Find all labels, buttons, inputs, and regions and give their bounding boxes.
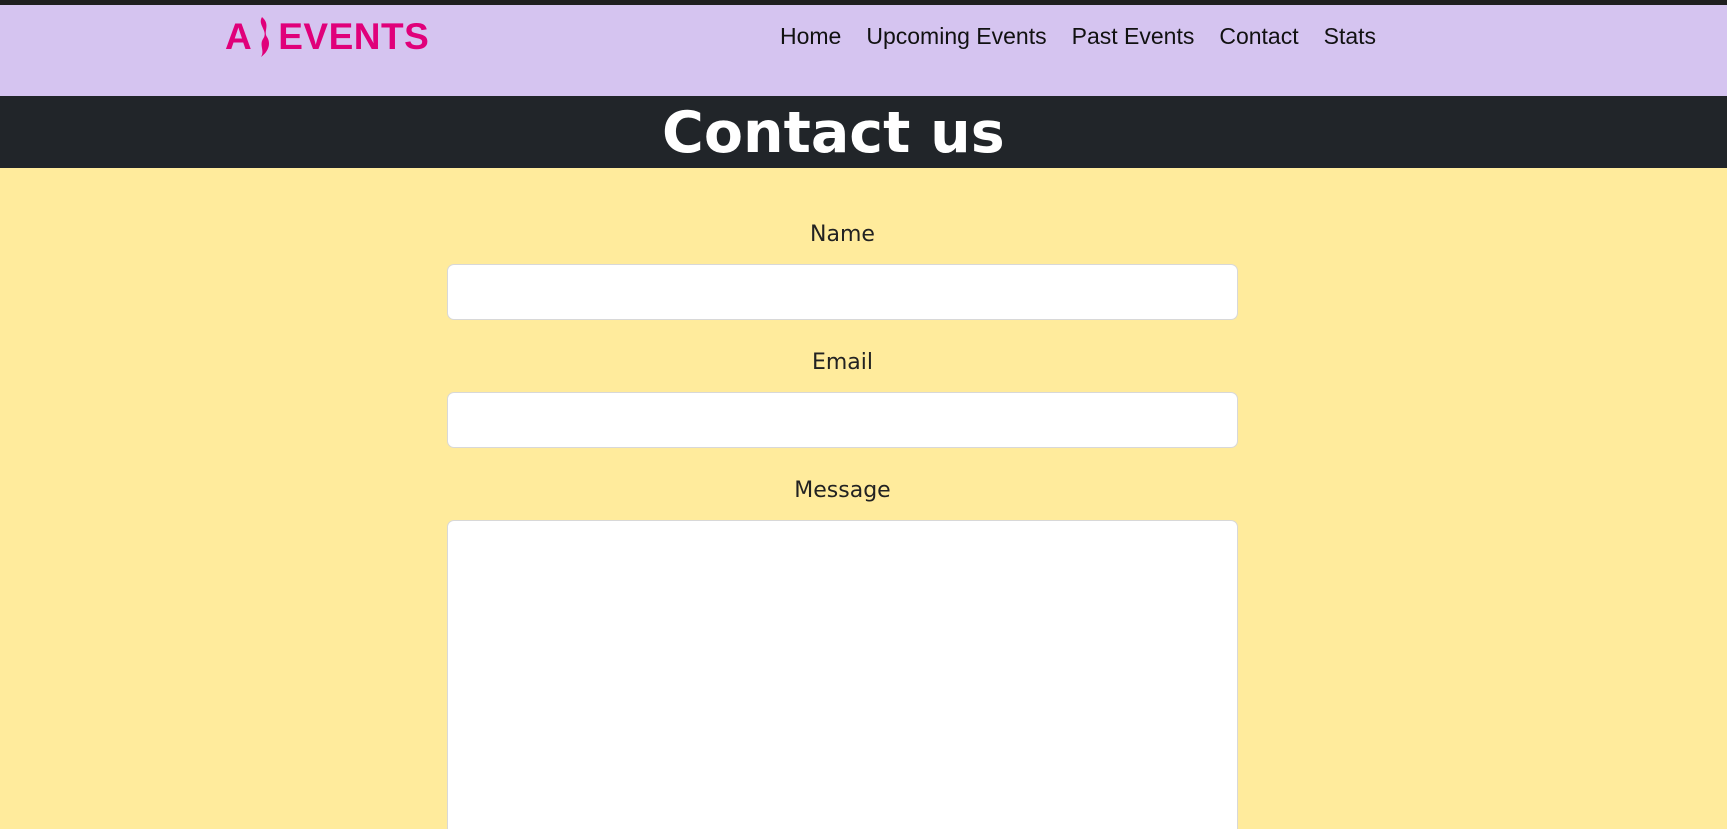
logo-text-left: A [225,15,253,57]
nav-contact[interactable]: Contact [1219,23,1298,50]
navbar: A EVENTS Home Upcoming Events Past Event… [0,5,1727,96]
nav-stats[interactable]: Stats [1324,23,1376,50]
page-title: Contact us [662,100,1005,166]
email-field[interactable] [447,392,1238,448]
nav-home[interactable]: Home [780,23,841,50]
name-label: Name [810,222,875,247]
nav-past-events[interactable]: Past Events [1072,23,1195,50]
hero-banner: Contact us [0,96,1727,168]
brand-logo[interactable]: A EVENTS [225,14,429,59]
logo-text-right: EVENTS [278,15,430,57]
name-field[interactable] [447,264,1238,320]
email-label: Email [811,350,874,375]
flame-icon [253,15,275,59]
message-label: Message [794,478,891,503]
message-field[interactable] [447,520,1238,829]
main-nav: Home Upcoming Events Past Events Contact… [780,23,1401,50]
nav-upcoming-events[interactable]: Upcoming Events [866,23,1046,50]
